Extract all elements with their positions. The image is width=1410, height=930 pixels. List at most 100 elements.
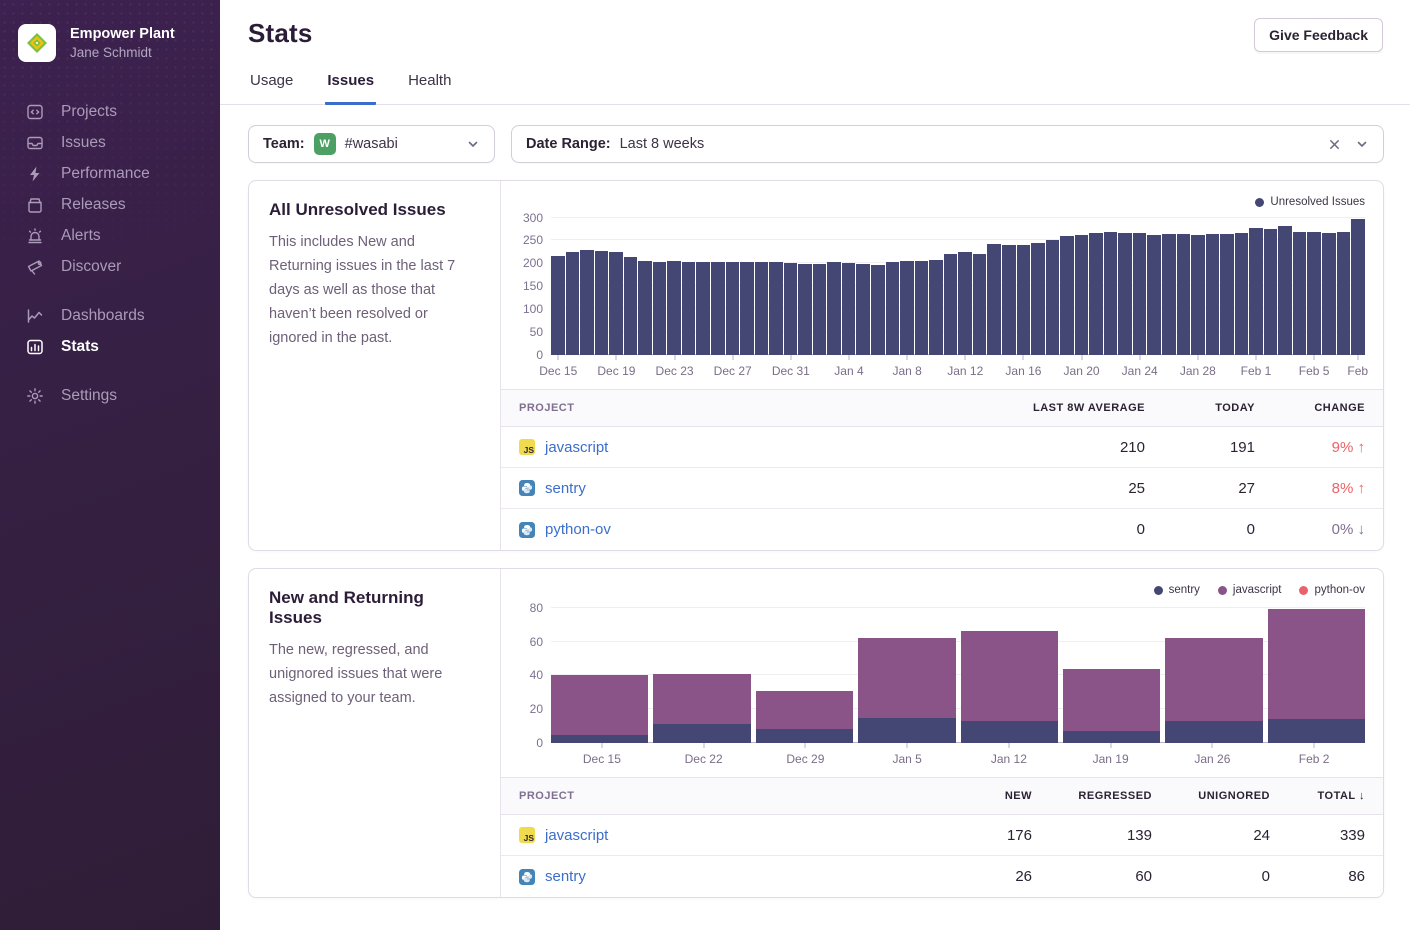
chart-bar[interactable] xyxy=(973,254,987,355)
chart-bar[interactable] xyxy=(900,261,914,355)
chevron-down-icon[interactable] xyxy=(1355,137,1369,151)
chart-stacked-bar[interactable] xyxy=(756,691,853,743)
sidebar-item-discover[interactable]: Discover xyxy=(0,251,220,282)
chart-bar[interactable] xyxy=(813,264,827,355)
chart-bar[interactable] xyxy=(987,244,1001,355)
chart-bar[interactable] xyxy=(1075,235,1089,355)
chart-bar[interactable] xyxy=(856,264,870,355)
legend-item[interactable]: Unresolved Issues xyxy=(1255,193,1365,211)
column-header[interactable]: TODAY xyxy=(1145,402,1255,414)
chart-bar[interactable] xyxy=(1220,234,1234,355)
chart-bar[interactable] xyxy=(827,262,841,355)
chart-bar[interactable] xyxy=(551,256,565,355)
chart-bar[interactable] xyxy=(1031,243,1045,355)
project-link[interactable]: javascript xyxy=(545,439,608,456)
chart-bar[interactable] xyxy=(1278,226,1292,355)
chart-bar[interactable] xyxy=(842,263,856,355)
chart-stacked-bar[interactable] xyxy=(1165,638,1262,743)
sidebar-item-projects[interactable]: Projects xyxy=(0,96,220,127)
chart-bar[interactable] xyxy=(769,262,783,355)
legend-item[interactable]: sentry xyxy=(1154,581,1200,599)
chart-bar[interactable] xyxy=(1191,235,1205,355)
tab-issues[interactable]: Issues xyxy=(325,72,376,105)
chart-stacked-bar[interactable] xyxy=(653,674,750,743)
chart-bar[interactable] xyxy=(1046,240,1060,355)
column-header[interactable]: UNIGNORED xyxy=(1152,790,1270,802)
chart-bar[interactable] xyxy=(1293,232,1307,355)
chart-bar[interactable] xyxy=(1235,233,1249,355)
chart-bar[interactable] xyxy=(1118,233,1132,355)
chart-bar[interactable] xyxy=(886,262,900,355)
chart-bar[interactable] xyxy=(740,262,754,355)
column-header[interactable]: NEW xyxy=(937,790,1032,802)
chart-stacked-bar[interactable] xyxy=(1063,669,1160,743)
column-header[interactable]: PROJECT xyxy=(519,790,937,802)
chart-bar[interactable] xyxy=(929,260,943,355)
legend-item[interactable]: python-ov xyxy=(1299,581,1365,599)
chart-stacked-bar[interactable] xyxy=(961,631,1058,743)
chart-bar[interactable] xyxy=(609,252,623,355)
chart-bar[interactable] xyxy=(798,264,812,355)
chart-bar[interactable] xyxy=(1162,234,1176,355)
sidebar-item-performance[interactable]: Performance xyxy=(0,158,220,189)
chart-bar[interactable] xyxy=(1351,219,1365,355)
chart-bar[interactable] xyxy=(755,262,769,355)
chart-bar[interactable] xyxy=(784,263,798,355)
project-link[interactable]: sentry xyxy=(545,868,586,885)
project-link[interactable]: sentry xyxy=(545,480,586,497)
chart-bar[interactable] xyxy=(653,262,667,355)
chart-bar[interactable] xyxy=(1206,234,1220,355)
chart-bar[interactable] xyxy=(566,252,580,355)
chart-bar[interactable] xyxy=(1147,235,1161,355)
chart-bar[interactable] xyxy=(667,261,681,355)
column-header[interactable]: TOTAL ↓ xyxy=(1270,790,1365,802)
clear-date-range-icon[interactable] xyxy=(1328,138,1341,151)
chart-bar[interactable] xyxy=(944,254,958,355)
sidebar-item-settings[interactable]: Settings xyxy=(0,380,220,411)
chart-bar[interactable] xyxy=(638,261,652,355)
chart-bar[interactable] xyxy=(726,262,740,355)
tab-usage[interactable]: Usage xyxy=(248,72,295,105)
chart-bar[interactable] xyxy=(1060,236,1074,355)
chart-bar[interactable] xyxy=(1017,245,1031,355)
chart-bar[interactable] xyxy=(1249,228,1263,355)
chart-bar[interactable] xyxy=(711,262,725,355)
column-header[interactable]: PROJECT xyxy=(519,402,995,414)
chart-bar[interactable] xyxy=(696,262,710,355)
give-feedback-button[interactable]: Give Feedback xyxy=(1254,18,1383,52)
chart-bar[interactable] xyxy=(1307,232,1321,355)
project-link[interactable]: javascript xyxy=(545,827,608,844)
sidebar-item-dashboards[interactable]: Dashboards xyxy=(0,300,220,331)
chart-bar[interactable] xyxy=(1002,245,1016,355)
chart-stacked-bar[interactable] xyxy=(551,675,648,743)
column-header[interactable]: LAST 8W AVERAGE xyxy=(995,402,1145,414)
project-link[interactable]: python-ov xyxy=(545,521,611,538)
legend-item[interactable]: javascript xyxy=(1218,581,1282,599)
chart-stacked-bar[interactable] xyxy=(1268,609,1365,743)
chart-stacked-bar[interactable] xyxy=(858,638,955,743)
chart-bar[interactable] xyxy=(871,265,885,355)
sidebar-item-releases[interactable]: Releases xyxy=(0,189,220,220)
sidebar-item-stats[interactable]: Stats xyxy=(0,331,220,362)
chart-bar[interactable] xyxy=(915,261,929,355)
column-header[interactable]: CHANGE xyxy=(1255,402,1365,414)
chart-bar[interactable] xyxy=(1089,233,1103,355)
chart-bar[interactable] xyxy=(1133,233,1147,355)
org-switcher[interactable]: Empower Plant Jane Schmidt xyxy=(0,16,220,70)
chart-bar[interactable] xyxy=(1104,232,1118,355)
sidebar-item-issues[interactable]: Issues xyxy=(0,127,220,158)
chart-bar[interactable] xyxy=(1322,233,1336,355)
chart-bar[interactable] xyxy=(580,250,594,355)
chart-bar[interactable] xyxy=(595,251,609,355)
chart-bar[interactable] xyxy=(624,257,638,355)
column-header[interactable]: REGRESSED xyxy=(1032,790,1152,802)
chart-bar[interactable] xyxy=(682,262,696,355)
chart-bar[interactable] xyxy=(1337,232,1351,355)
date-range-selector[interactable]: Date Range: Last 8 weeks xyxy=(511,125,1384,163)
tab-health[interactable]: Health xyxy=(406,72,453,105)
chart-bar[interactable] xyxy=(958,252,972,355)
team-selector[interactable]: Team: W #wasabi xyxy=(248,125,495,163)
chart-bar[interactable] xyxy=(1177,234,1191,355)
chart-bar[interactable] xyxy=(1264,229,1278,355)
sidebar-item-alerts[interactable]: Alerts xyxy=(0,220,220,251)
